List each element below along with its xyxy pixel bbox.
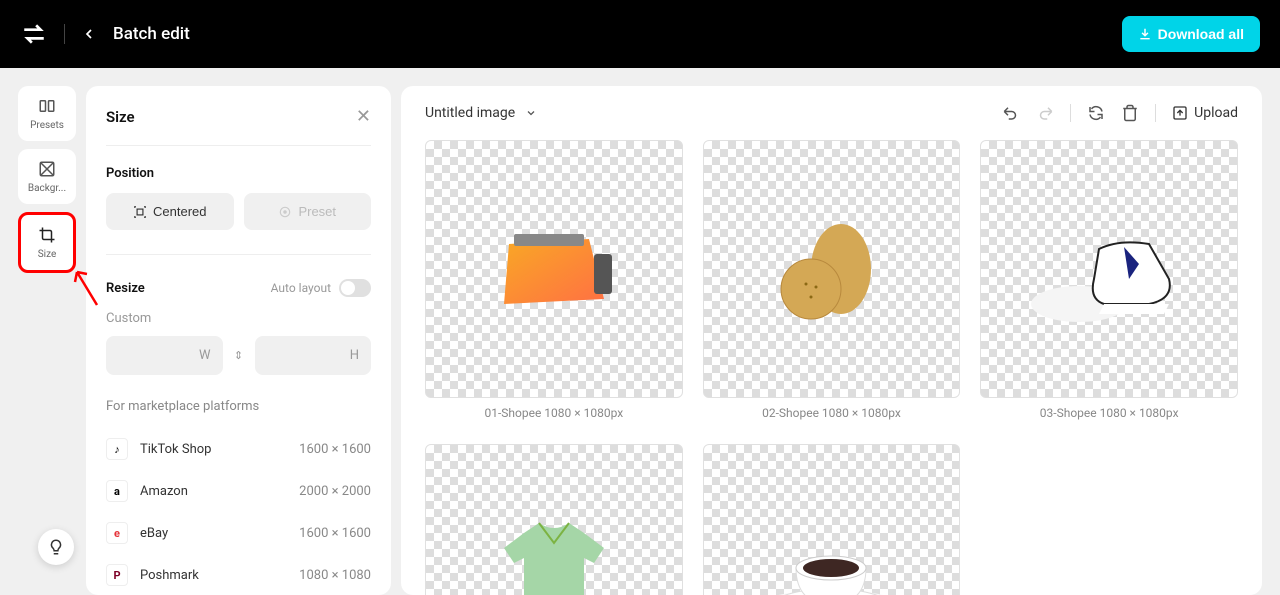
- platform-icon: P: [106, 564, 128, 586]
- close-panel-button[interactable]: ✕: [356, 106, 371, 127]
- download-icon: [1138, 27, 1152, 41]
- height-input[interactable]: H: [255, 336, 372, 375]
- image-thumbnail[interactable]: [703, 140, 961, 398]
- header-divider: [64, 24, 65, 44]
- nav-label-presets: Presets: [30, 120, 64, 131]
- image-card[interactable]: 01-Shopee 1080 × 1080px: [425, 140, 683, 420]
- image-thumbnail[interactable]: [425, 140, 683, 398]
- image-card[interactable]: [425, 444, 683, 595]
- nav-item-background[interactable]: Backgr...: [18, 149, 76, 204]
- auto-layout-toggle[interactable]: [339, 279, 371, 297]
- upload-button[interactable]: Upload: [1172, 105, 1238, 121]
- nav-item-presets[interactable]: Presets: [18, 86, 76, 141]
- center-icon: [133, 205, 147, 219]
- back-button[interactable]: [81, 26, 97, 42]
- image-title-dropdown[interactable]: Untitled image: [425, 105, 537, 121]
- page-title: Batch edit: [113, 24, 190, 44]
- platform-size: 2000 × 2000: [299, 484, 371, 499]
- background-icon: [37, 159, 57, 179]
- platform-name: Amazon: [140, 484, 287, 499]
- nav-label-background: Backgr...: [28, 183, 66, 194]
- app-logo[interactable]: [20, 20, 48, 48]
- dimension-link-icon[interactable]: ⇕: [231, 348, 247, 364]
- position-preset-button[interactable]: Preset: [244, 193, 372, 230]
- image-thumbnail[interactable]: [980, 140, 1238, 398]
- platform-icon: a: [106, 480, 128, 502]
- platform-name: TikTok Shop: [140, 442, 287, 457]
- crop-icon: [37, 225, 57, 245]
- undo-button[interactable]: [1002, 104, 1020, 122]
- action-divider: [1070, 104, 1071, 122]
- image-caption: 02-Shopee 1080 × 1080px: [703, 406, 961, 420]
- image-card[interactable]: 02-Shopee 1080 × 1080px: [703, 140, 961, 420]
- platform-icon: e: [106, 522, 128, 544]
- platform-icon: ♪: [106, 438, 128, 460]
- action-divider: [1155, 104, 1156, 122]
- chevron-down-icon: [525, 107, 537, 119]
- upload-icon: [1172, 105, 1188, 121]
- preset-label: Preset: [298, 204, 336, 219]
- size-panel: Size ✕ Position Centered Preset Resize A…: [86, 86, 391, 595]
- custom-label: Custom: [106, 311, 371, 326]
- image-caption: 03-Shopee 1080 × 1080px: [980, 406, 1238, 420]
- download-all-button[interactable]: Download all: [1122, 16, 1260, 52]
- resize-section-label: Resize: [106, 281, 145, 296]
- delete-button[interactable]: [1121, 104, 1139, 122]
- presets-icon: [37, 96, 57, 116]
- image-caption: 01-Shopee 1080 × 1080px: [425, 406, 683, 420]
- platform-size: 1080 × 1080: [299, 568, 371, 583]
- image-thumbnail[interactable]: [703, 444, 961, 595]
- platform-size: 1600 × 1600: [299, 442, 371, 457]
- auto-layout-label: Auto layout: [271, 281, 331, 295]
- upload-label: Upload: [1194, 105, 1238, 121]
- help-button[interactable]: [38, 529, 74, 565]
- content-area: Untitled image: [401, 86, 1262, 595]
- platform-item[interactable]: P Poshmark 1080 × 1080: [106, 554, 371, 595]
- preset-position-icon: [278, 205, 292, 219]
- platform-item[interactable]: e eBay 1600 × 1600: [106, 512, 371, 554]
- platform-item[interactable]: a Amazon 2000 × 2000: [106, 470, 371, 512]
- centered-label: Centered: [153, 204, 206, 219]
- nav-item-size[interactable]: Size: [18, 212, 76, 273]
- image-thumbnail[interactable]: [425, 444, 683, 595]
- platform-name: Poshmark: [140, 568, 287, 583]
- nav-label-size: Size: [38, 249, 57, 260]
- platforms-section-label: For marketplace platforms: [106, 399, 371, 414]
- refresh-button[interactable]: [1087, 104, 1105, 122]
- position-section-label: Position: [106, 166, 371, 181]
- lightbulb-icon: [47, 538, 65, 556]
- redo-button[interactable]: [1036, 104, 1054, 122]
- platform-name: eBay: [140, 526, 287, 541]
- platform-item[interactable]: ♪ TikTok Shop 1600 × 1600: [106, 428, 371, 470]
- download-all-label: Download all: [1158, 26, 1244, 42]
- image-title-text: Untitled image: [425, 105, 515, 121]
- panel-title: Size: [106, 108, 135, 126]
- position-centered-button[interactable]: Centered: [106, 193, 234, 230]
- image-card[interactable]: 03-Shopee 1080 × 1080px: [980, 140, 1238, 420]
- width-input[interactable]: W: [106, 336, 223, 375]
- platform-size: 1600 × 1600: [299, 526, 371, 541]
- image-card[interactable]: [703, 444, 961, 595]
